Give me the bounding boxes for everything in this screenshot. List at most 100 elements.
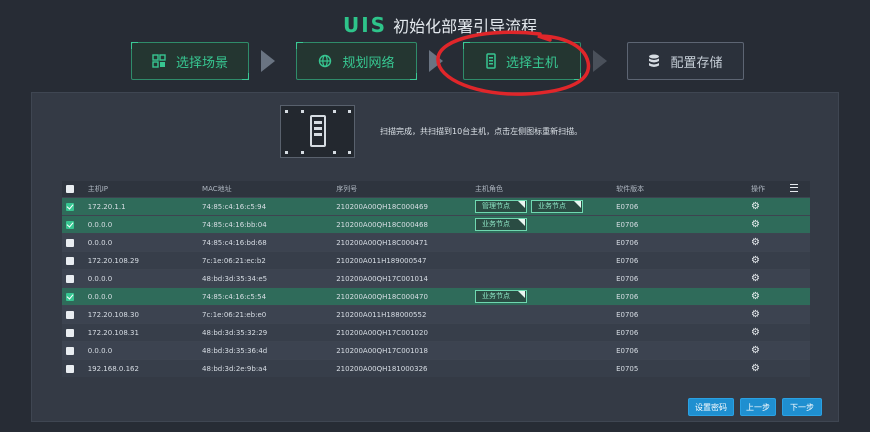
column-header: 操作: [751, 185, 766, 193]
role-tag[interactable]: 业务节点: [474, 218, 527, 231]
row-checkbox[interactable]: [66, 328, 74, 337]
serial-number: 210200A00QH18C000471: [336, 238, 428, 247]
prev-button[interactable]: 上一步: [740, 398, 776, 416]
step-label: 选择场景: [175, 55, 228, 71]
host-ip: 0.0.0.0: [87, 274, 113, 283]
software-version: E0706: [616, 328, 639, 337]
role-tag[interactable]: 业务节点: [530, 200, 583, 213]
step-config-storage[interactable]: 配置存储: [627, 42, 744, 80]
row-checkbox[interactable]: [66, 274, 74, 283]
set-password-button[interactable]: 设置密码: [688, 398, 734, 416]
row-checkbox[interactable]: [66, 256, 74, 265]
step-arrow-icon: [429, 50, 443, 72]
serial-number: 210200A00QH18C000470: [336, 292, 428, 301]
role-tag[interactable]: 业务节点: [474, 290, 527, 303]
table-row[interactable]: 0.0.0.0 48:bd:3d:35:34:e5 210200A00QH17C00…: [62, 269, 810, 288]
gear-icon[interactable]: ⚙: [751, 201, 760, 212]
gear-icon[interactable]: ⚙: [751, 327, 760, 338]
gear-icon[interactable]: ⚙: [751, 309, 760, 320]
role-tag[interactable]: 管理节点: [474, 200, 527, 213]
host-ip: 172.20.1.1: [87, 202, 126, 211]
rescan-button[interactable]: [280, 105, 355, 158]
row-checkbox[interactable]: [66, 292, 74, 301]
step-select-host[interactable]: 选择主机: [463, 42, 581, 80]
row-checkbox[interactable]: [66, 364, 74, 373]
serial-number: 210200A00QH17C001020: [336, 328, 428, 337]
serial-number: 210200A011H188000552: [336, 310, 427, 319]
row-checkbox[interactable]: [66, 238, 74, 247]
table-row[interactable]: 0.0.0.0 74:85:c4:16:bd:68 210200A00QH18C00…: [62, 233, 810, 252]
page-title: 初始化部署引导流程: [393, 17, 538, 36]
step-label: 规划网络: [342, 55, 395, 71]
host-ip: 0.0.0.0: [87, 238, 113, 247]
software-version: E0705: [616, 364, 639, 373]
step-plan-network[interactable]: 规划网络: [296, 42, 417, 80]
database-icon: [648, 54, 660, 68]
host-ip: 172.20.108.31: [87, 328, 139, 337]
mac-address: 74:85:c4:16:c5:54: [202, 292, 267, 301]
header-logo: UIS 初始化部署引导流程: [343, 13, 537, 37]
column-header: MAC地址: [198, 181, 333, 198]
table-body: 172.20.1.1 74:85:c4:16:c5:94 210200A00QH18…: [62, 197, 810, 377]
gear-icon[interactable]: ⚙: [751, 237, 760, 248]
table-row[interactable]: 0.0.0.0 74:85:c4:16:bb:04 210200A00QH18C00…: [62, 215, 810, 234]
table-row[interactable]: 0.0.0.0 74:85:c4:16:c5:54 210200A00QH18C00…: [62, 287, 810, 306]
column-header: 主机角色: [470, 181, 613, 198]
column-header: 主机IP: [83, 181, 199, 198]
table-row[interactable]: 192.168.0.162 48:bd:3d:2e:9b:a4 210200A00Q…: [62, 359, 810, 377]
host-table: 主机IP MAC地址 序列号 主机角色 软件版本 操作 172.20.1.1 74…: [62, 181, 810, 377]
mac-address: 48:bd:3d:35:36:4d: [202, 346, 268, 355]
software-version: E0706: [616, 202, 639, 211]
software-version: E0706: [616, 346, 639, 355]
serial-number: 210200A00QH18C000469: [336, 202, 428, 211]
row-checkbox[interactable]: [66, 346, 74, 355]
column-header: 序列号: [332, 181, 471, 198]
software-version: E0706: [616, 256, 639, 265]
gear-icon[interactable]: ⚙: [751, 345, 760, 356]
table-row[interactable]: 0.0.0.0 48:bd:3d:35:36:4d 210200A00QH17C00…: [62, 341, 810, 360]
software-version: E0706: [616, 292, 639, 301]
mac-address: 48:bd:3d:35:32:29: [202, 328, 268, 337]
brand-logo: UIS: [343, 13, 388, 37]
row-checkbox[interactable]: [66, 202, 74, 211]
table-row[interactable]: 172.20.108.30 7c:1e:06:21:eb:e0 210200A011…: [62, 305, 810, 324]
next-button[interactable]: 下一步: [782, 398, 822, 416]
software-version: E0706: [616, 274, 639, 283]
scan-message: 扫描完成，共扫描到10台主机，点击左侧图标重新扫描。: [380, 127, 583, 136]
host-ip: 172.20.108.30: [87, 310, 139, 319]
step-indicator: 选择场景 规划网络 选择主机 配置存储: [0, 42, 870, 82]
mac-address: 48:bd:3d:35:34:e5: [202, 274, 268, 283]
table-header: 主机IP MAC地址 序列号 主机角色 软件版本 操作: [62, 181, 810, 198]
select-all-checkbox[interactable]: [66, 185, 74, 193]
gear-icon[interactable]: ⚙: [751, 255, 760, 266]
row-checkbox[interactable]: [66, 310, 74, 319]
serial-number: 210200A011H189000547: [336, 256, 427, 265]
host-ip: 0.0.0.0: [87, 220, 113, 229]
mac-address: 74:85:c4:16:c5:94: [202, 202, 267, 211]
host-panel: 扫描完成，共扫描到10台主机，点击左侧图标重新扫描。 主机IP MAC地址 序列…: [31, 92, 839, 422]
table-row[interactable]: 172.20.1.1 74:85:c4:16:c5:94 210200A00QH18…: [62, 197, 810, 216]
row-checkbox[interactable]: [66, 220, 74, 229]
table-row[interactable]: 172.20.108.29 7c:1e:06:21:ec:b2 210200A011…: [62, 251, 810, 270]
serial-number: 210200A00QH18C000468: [336, 220, 428, 229]
mac-address: 74:85:c4:16:bd:68: [202, 238, 267, 247]
menu-icon[interactable]: [790, 184, 799, 192]
table-row[interactable]: 172.20.108.31 48:bd:3d:35:32:29 210200A00Q…: [62, 323, 810, 342]
serial-number: 210200A00QH17C001014: [336, 274, 428, 283]
step-select-scene[interactable]: 选择场景: [131, 42, 249, 80]
gear-icon[interactable]: ⚙: [751, 291, 760, 302]
host-ip: 0.0.0.0: [87, 346, 113, 355]
step-label: 配置存储: [670, 55, 723, 71]
software-version: E0706: [616, 238, 639, 247]
globe-icon: [318, 54, 332, 68]
host-ip: 0.0.0.0: [87, 292, 113, 301]
gear-icon[interactable]: ⚙: [751, 363, 760, 374]
software-version: E0706: [616, 310, 639, 319]
gear-icon[interactable]: ⚙: [751, 219, 760, 230]
header: UIS 初始化部署引导流程 选择场景 规划网络 选择主机 配置存储: [0, 0, 870, 92]
host-ip: 172.20.108.29: [87, 256, 139, 265]
host-icon: [486, 53, 496, 69]
mac-address: 74:85:c4:16:bb:04: [202, 220, 267, 229]
gear-icon[interactable]: ⚙: [751, 273, 760, 284]
software-version: E0706: [616, 220, 639, 229]
